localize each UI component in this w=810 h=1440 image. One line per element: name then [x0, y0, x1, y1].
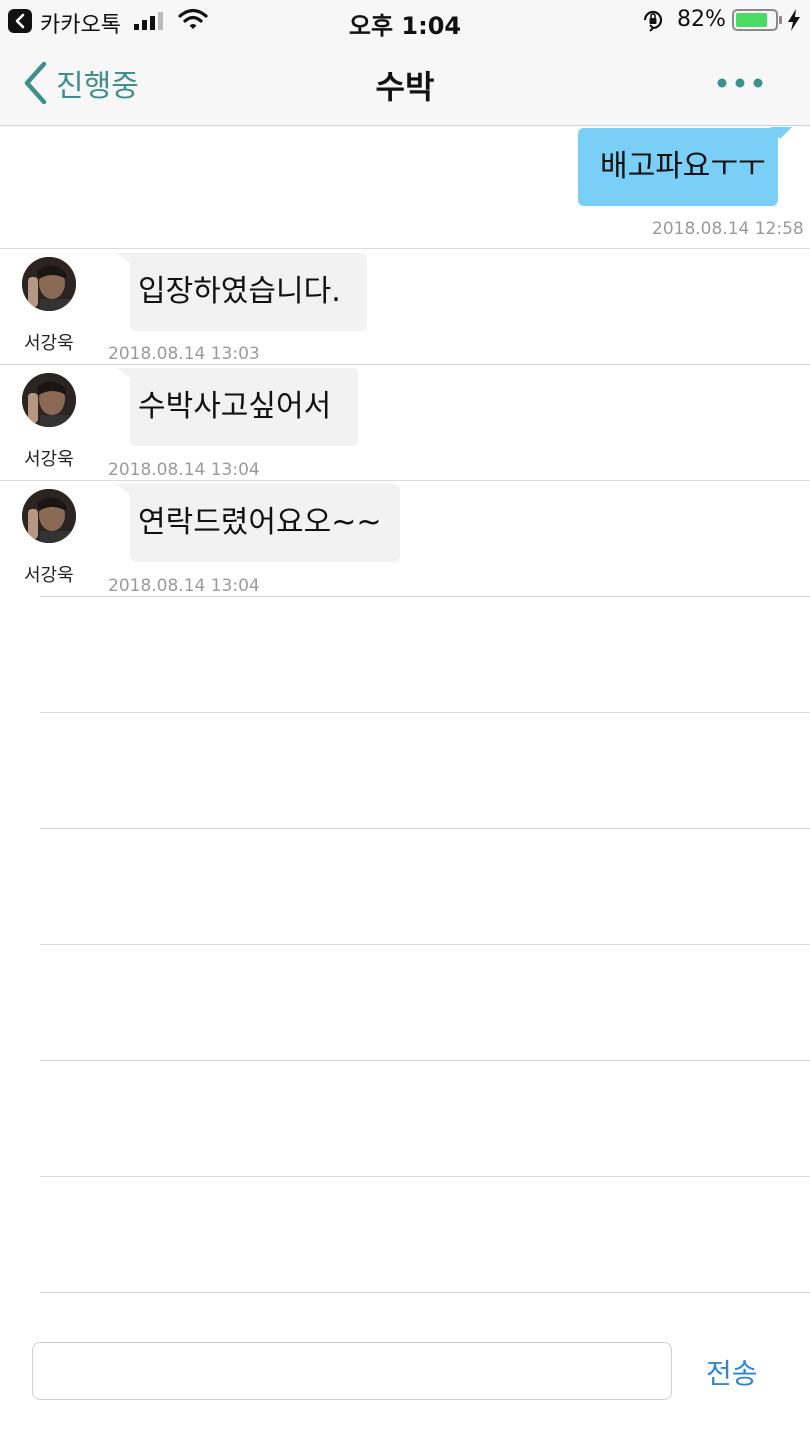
message-timestamp: 2018.08.14 12:58 [652, 219, 804, 239]
more-dots-icon [717, 78, 763, 88]
row-divider [40, 1176, 810, 1177]
send-button[interactable]: 전송 [706, 1352, 758, 1392]
message-bubble-incoming[interactable]: 입장하였습니다. [130, 253, 367, 331]
row-divider [40, 596, 810, 597]
message-timestamp: 2018.08.14 13:04 [108, 460, 260, 480]
message-input[interactable] [32, 1342, 672, 1400]
charging-icon [787, 9, 801, 35]
battery-icon [732, 9, 784, 35]
avatar[interactable] [22, 373, 76, 427]
chat-title: 수박 [375, 68, 435, 106]
row-divider [40, 712, 810, 713]
battery-percent: 82% [677, 7, 726, 32]
sender-name: 서강욱 [24, 565, 74, 586]
avatar[interactable] [22, 257, 76, 311]
row-divider [40, 944, 810, 945]
row-divider [40, 828, 810, 829]
row-divider [0, 248, 810, 249]
row-divider [40, 1292, 810, 1293]
avatar[interactable] [22, 489, 76, 543]
message-bubble-outgoing[interactable]: 배고파요ㅜㅜ [578, 128, 778, 206]
message-bubble-incoming[interactable]: 수박사고싶어서 [130, 368, 358, 446]
chat-area[interactable]: 배고파요ㅜㅜ 2018.08.14 12:58 서강욱 입장하였습니다. 201… [0, 127, 810, 1297]
message-bubble-incoming[interactable]: 연락드렸어요오~~ [130, 484, 400, 562]
sender-name: 서강욱 [24, 449, 74, 470]
message-timestamp: 2018.08.14 13:03 [108, 344, 260, 364]
row-divider [0, 480, 810, 481]
status-bar: 카카오톡 오후 1:04 82% [0, 0, 810, 40]
nav-bar: 진행중 수박 [0, 40, 810, 126]
sender-name: 서강욱 [24, 333, 74, 354]
rotation-lock-icon [641, 8, 665, 36]
row-divider [0, 364, 810, 365]
message-timestamp: 2018.08.14 13:04 [108, 576, 260, 596]
row-divider [40, 1060, 810, 1061]
more-button[interactable] [712, 70, 768, 96]
